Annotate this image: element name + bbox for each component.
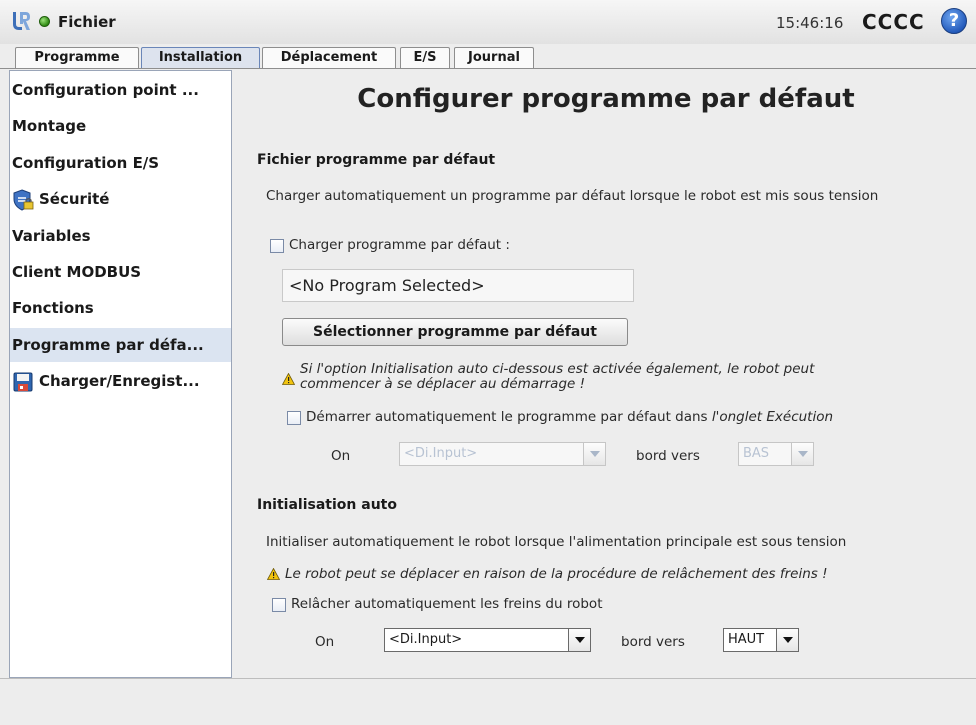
sidebar-item-label: Client MODBUS <box>12 263 142 281</box>
floppy-disk-icon <box>13 372 33 391</box>
auto-init-warning: Le robot peut se déplacer en raison de l… <box>285 566 828 582</box>
main-tabs: Programme Installation Déplacement E/S J… <box>0 44 976 68</box>
default-warning-line1: Si l'option Initialisation auto ci-desso… <box>300 361 815 377</box>
page-title: Configurer programme par défaut <box>357 84 855 114</box>
footer-bar <box>0 678 976 725</box>
tab-programme[interactable]: Programme <box>15 47 139 68</box>
chevron-down-icon <box>776 629 798 651</box>
autostart-checkbox[interactable] <box>287 411 301 425</box>
tab-deplacement[interactable]: Déplacement <box>262 47 396 68</box>
chevron-down-icon <box>583 443 605 465</box>
tab-installation[interactable]: Installation <box>141 47 260 68</box>
default-warning-line2: commencer à se déplacer au démarrage ! <box>300 376 586 392</box>
autostart-on-label: On <box>331 448 351 464</box>
warning-icon <box>282 373 295 385</box>
auto-init-edge-label: bord vers <box>621 634 685 650</box>
sidebar-item-fonctions[interactable]: Fonctions <box>10 291 231 325</box>
load-default-label: Charger programme par défaut : <box>289 237 510 253</box>
section-title-auto-init: Initialisation auto <box>257 497 397 513</box>
sidebar-item-label: Montage <box>12 117 87 135</box>
sidebar-item-montage[interactable]: Montage <box>10 109 231 143</box>
sidebar-item-client-modbus[interactable]: Client MODBUS <box>10 255 231 289</box>
top-bar: Fichier 15:46:16 CCCC ? <box>0 0 976 44</box>
file-menu[interactable]: Fichier <box>58 13 116 31</box>
sidebar-item-configuration-point[interactable]: Configuration point ... <box>10 73 231 107</box>
default-program-field: <No Program Selected> <box>282 269 634 302</box>
release-brakes-label: Relâcher automatiquement les freins du r… <box>291 596 603 612</box>
autostart-label-tab: l'onglet Exécution <box>711 409 834 425</box>
shield-lock-icon <box>13 188 34 211</box>
autostart-label: Démarrer automatiquement le programme pa… <box>306 409 833 425</box>
auto-init-edge-value: HAUT <box>728 632 765 647</box>
section-title-default-file: Fichier programme par défaut <box>257 152 496 168</box>
default-file-description: Charger automatiquement un programme par… <box>266 188 879 204</box>
autostart-input-select[interactable]: <Di.Input> <box>399 442 606 466</box>
auto-init-input-select[interactable]: <Di.Input> <box>384 628 591 652</box>
installation-sidebar: Configuration point ... Montage Configur… <box>9 70 232 678</box>
sidebar-item-configuration-es[interactable]: Configuration E/S <box>10 146 231 180</box>
sidebar-item-label: Programme par défa... <box>12 336 204 354</box>
autostart-input-value: <Di.Input> <box>404 446 478 461</box>
sidebar-item-label: Fonctions <box>12 299 94 317</box>
robot-status-icon <box>39 16 50 27</box>
help-icon[interactable]: ? <box>941 8 967 34</box>
chevron-down-icon <box>568 629 590 651</box>
sidebar-item-label: Charger/Enregist... <box>39 372 200 390</box>
tab-journal[interactable]: Journal <box>454 47 534 68</box>
sidebar-item-label: Configuration point ... <box>12 81 199 99</box>
robot-name: CCCC <box>862 10 925 34</box>
sidebar-item-label: Variables <box>12 227 91 245</box>
warning-icon <box>267 568 280 580</box>
tab-es[interactable]: E/S <box>400 47 450 68</box>
chevron-down-icon <box>791 443 813 465</box>
tab-divider <box>0 68 976 69</box>
sidebar-item-programme-par-defaut[interactable]: Programme par défa... <box>10 328 231 362</box>
sidebar-item-variables[interactable]: Variables <box>10 219 231 253</box>
load-default-checkbox[interactable] <box>270 239 284 253</box>
auto-init-edge-select[interactable]: HAUT <box>723 628 799 652</box>
sidebar-item-label: Configuration E/S <box>12 154 160 172</box>
main-panel: Configurer programme par défaut Fichier … <box>236 70 976 678</box>
clock: 15:46:16 <box>776 14 844 32</box>
auto-init-description: Initialiser automatiquement le robot lor… <box>266 534 847 550</box>
auto-init-input-value: <Di.Input> <box>389 632 463 647</box>
autostart-label-text: Démarrer automatiquement le programme pa… <box>306 409 712 425</box>
sidebar-item-securite[interactable]: Sécurité <box>10 182 231 216</box>
autostart-edge-value: BAS <box>743 446 770 461</box>
ur-logo-icon <box>13 12 30 30</box>
autostart-edge-label: bord vers <box>636 448 700 464</box>
sidebar-item-charger-enregistrer[interactable]: Charger/Enregist... <box>10 364 231 398</box>
release-brakes-checkbox[interactable] <box>272 598 286 612</box>
auto-init-on-label: On <box>315 634 335 650</box>
autostart-edge-select[interactable]: BAS <box>738 442 814 466</box>
select-default-program-button[interactable]: Sélectionner programme par défaut <box>282 318 628 346</box>
sidebar-item-label: Sécurité <box>39 190 110 208</box>
